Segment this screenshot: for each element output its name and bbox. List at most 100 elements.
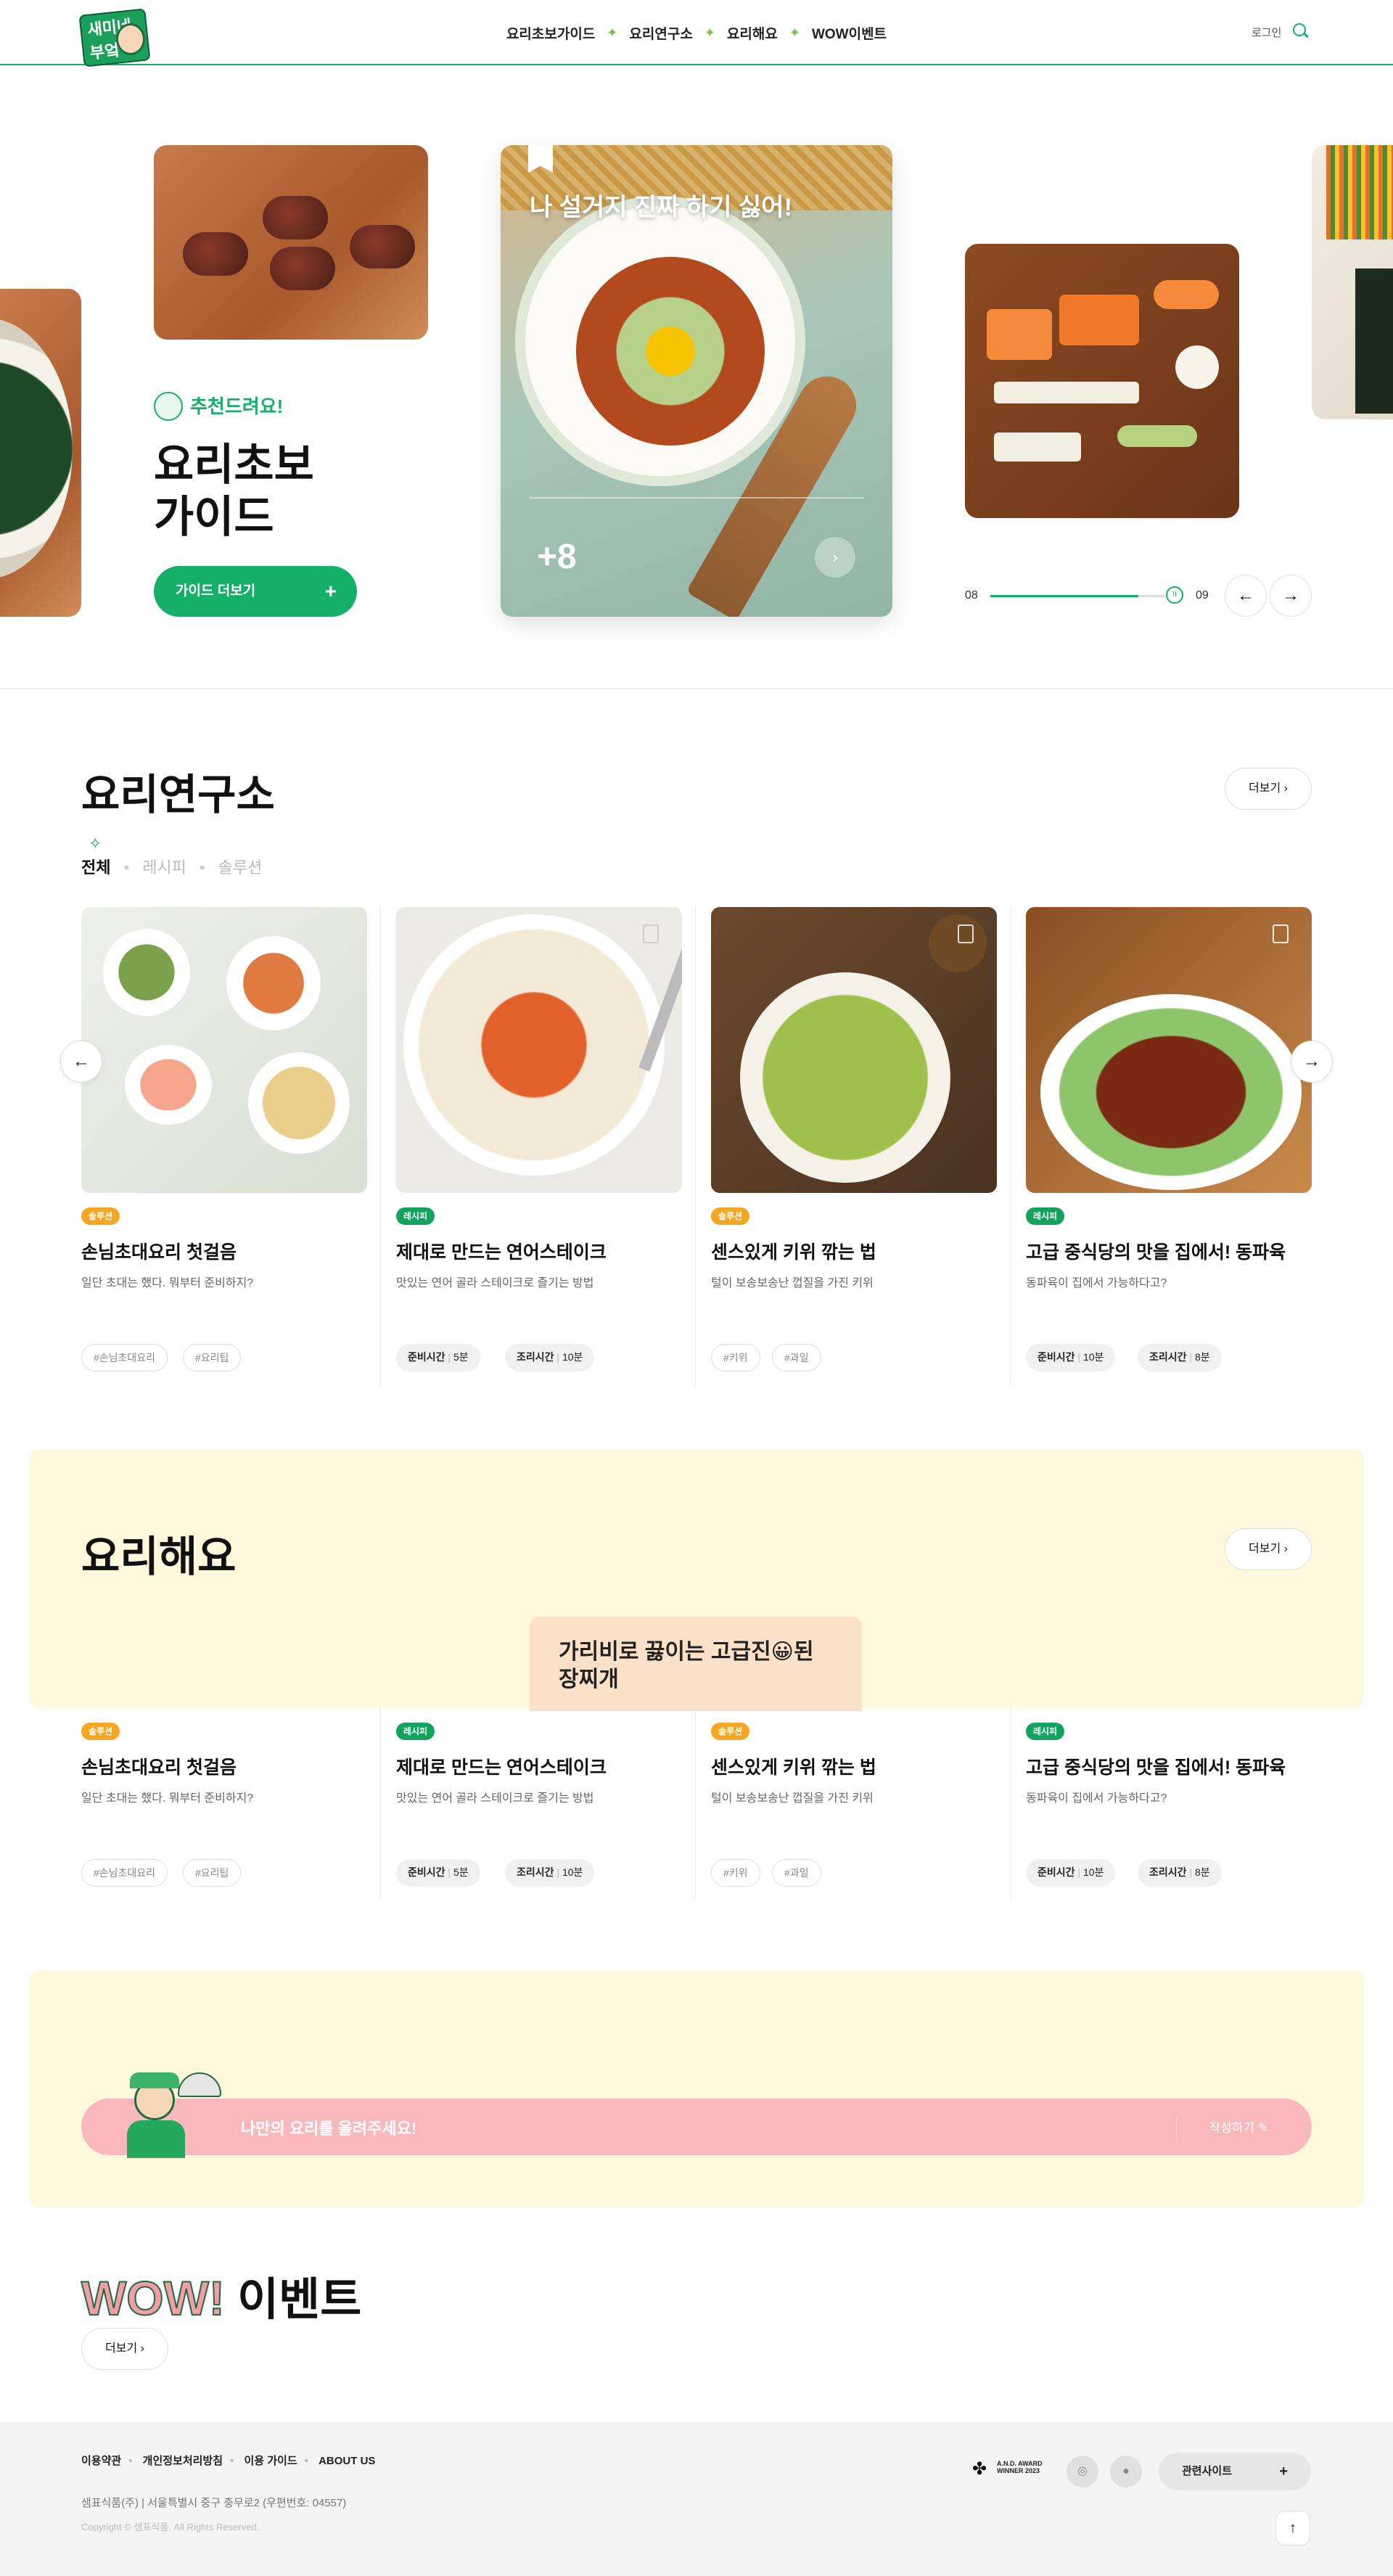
time-chip-value: 10분	[562, 1866, 583, 1878]
footer-copyright: Copyright © 샘표식품. All Rights Reserved.	[81, 2522, 260, 2532]
carousel-progress	[990, 595, 1164, 597]
time-chip-value: 8분	[1194, 1351, 1210, 1363]
footer-link-about[interactable]: ABOUT US	[319, 2455, 375, 2467]
bookmark-icon[interactable]	[643, 924, 659, 943]
time-chip: 준비시간 | 5분	[396, 1344, 480, 1371]
time-chip-value: 8분	[1194, 1866, 1210, 1878]
upload-section-bg	[29, 1971, 1364, 2207]
card-desc: 동파육이 집에서 가능하다고?	[1026, 1277, 1167, 1289]
wow-logo: WOW!	[81, 2271, 226, 2326]
guide-more-button[interactable]: 가이드 더보기 +	[154, 566, 357, 617]
card-desc: 맛있는 연어 골라 스테이크로 즐기는 방법	[396, 1792, 594, 1805]
hero-featured-card[interactable]: 나 설거지 진짜 하기 싫어! +8 ›	[501, 145, 892, 617]
chat-icon[interactable]: ●	[1110, 2456, 1142, 2487]
card-image	[1026, 907, 1312, 1193]
nav-item-cook[interactable]: 요리해요	[727, 23, 778, 43]
chevron-right-icon[interactable]: ›	[815, 537, 855, 578]
card-badge: 레시피	[396, 1723, 435, 1740]
instagram-icon[interactable]: ◎	[1067, 2456, 1098, 2487]
time-chip-value: 5분	[453, 1351, 469, 1363]
card-desc: 맛있는 연어 골라 스테이크로 즐기는 방법	[396, 1277, 594, 1289]
time-chip: 준비시간 | 10분	[1026, 1859, 1116, 1887]
tab-solution[interactable]: 솔루션	[218, 855, 263, 878]
section-divider	[0, 688, 1393, 689]
wow-more-button[interactable]: 더보기 ›	[81, 2328, 168, 2370]
sparkle-icon: ✦	[704, 25, 715, 40]
footer-link-privacy[interactable]: 개인정보처리방침	[143, 2455, 223, 2467]
cook-card-list: 솔루션 손님초대요리 첫걸음 일단 초대는 했다. 뭐부터 준비하지? #손님초…	[81, 1705, 1312, 1901]
related-sites-button[interactable]: 관련사이트 +	[1159, 2453, 1311, 2490]
hashtag-chip[interactable]: #과일	[772, 1344, 821, 1371]
time-chip: 준비시간 | 10분	[1026, 1344, 1116, 1371]
dish-image	[515, 196, 805, 486]
time-chip-label: 준비시간	[1037, 1351, 1075, 1363]
nav-item-guide[interactable]: 요리초보가이드	[506, 23, 595, 43]
time-chip: 조리시간 | 8분	[1138, 1344, 1222, 1371]
sparkle-icon: ✦	[789, 25, 800, 40]
bookmark-icon[interactable]	[958, 924, 974, 943]
time-chip-value: 5분	[453, 1866, 469, 1878]
sparkle-icon: ✧	[89, 834, 102, 853]
nav-item-lab[interactable]: 요리연구소	[629, 23, 692, 43]
hashtag-chip[interactable]: #과일	[772, 1859, 821, 1887]
arrow-right-icon[interactable]: →	[1270, 575, 1312, 617]
card-desc: 동파육이 집에서 가능하다고?	[1026, 1792, 1167, 1805]
wow-more-label: 더보기	[105, 2342, 138, 2355]
featured-count: +8	[537, 538, 577, 576]
tab-all[interactable]: 전체	[81, 855, 110, 878]
card-title: 센스있게 키위 깎는 법	[711, 1242, 876, 1263]
footer-links: 이용약관 • 개인정보처리방침 • 이용 가이드 • ABOUT US	[81, 2455, 376, 2467]
plus-icon: +	[324, 580, 337, 602]
award-icon: ✤	[972, 2459, 987, 2479]
write-button[interactable]: 작성하기 ✎	[1209, 2117, 1268, 2136]
hashtag-chip[interactable]: #손님초대요리	[81, 1859, 168, 1887]
hashtag-chip[interactable]: #키위	[711, 1344, 760, 1371]
time-chip-label: 준비시간	[408, 1866, 445, 1878]
card-badge: 솔루션	[81, 1207, 120, 1225]
site-header: 새미네부엌 요리초보가이드 ✦ 요리연구소 ✦ 요리해요 ✦ WOW이벤트 로그인	[0, 0, 1393, 67]
mascot-icon	[154, 392, 183, 421]
arrow-left-icon[interactable]: ←	[60, 1041, 102, 1083]
hero-carrot-image	[965, 244, 1239, 518]
time-chip: 조리시간 | 10분	[505, 1344, 595, 1371]
card-title: 고급 중식당의 맛을 집에서! 동파육	[1026, 1757, 1286, 1778]
tab-recipe[interactable]: 레시피	[142, 855, 186, 878]
lab-card-list: 솔루션 손님초대요리 첫걸음 일단 초대는 했다. 뭐부터 준비하지? #손님초…	[81, 907, 1312, 1386]
time-chip-label: 준비시간	[1037, 1866, 1075, 1878]
main-nav: 요리초보가이드 ✦ 요리연구소 ✦ 요리해요 ✦ WOW이벤트	[0, 23, 1393, 43]
login-link[interactable]: 로그인	[1252, 25, 1281, 40]
arrow-right-icon[interactable]: →	[1291, 1041, 1333, 1083]
card-badge: 레시피	[1026, 1207, 1065, 1225]
footer-link-terms[interactable]: 이용약관	[81, 2455, 121, 2467]
hero-side-image-right	[1312, 145, 1393, 419]
time-chip-label: 조리시간	[517, 1866, 554, 1878]
cook-title: 요리해요	[81, 1533, 237, 1580]
card-title: 제대로 만드는 연어스테이크	[396, 1242, 607, 1263]
card-title: 손님초대요리 첫걸음	[81, 1757, 237, 1778]
arrow-left-icon[interactable]: ←	[1225, 575, 1267, 617]
scroll-top-icon[interactable]: ↑	[1275, 2511, 1310, 2546]
wow-event-heading: WOW! 이벤트	[81, 2263, 361, 2328]
hashtag-chip[interactable]: #요리팁	[183, 1859, 242, 1887]
card-title: 손님초대요리 첫걸음	[81, 1242, 237, 1263]
lab-more-button[interactable]: 더보기 ›	[1225, 768, 1312, 810]
card-desc: 일단 초대는 했다. 뭐부터 준비하지?	[81, 1792, 254, 1805]
hashtag-chip[interactable]: #손님초대요리	[81, 1344, 168, 1371]
hashtag-chip[interactable]: #요리팁	[183, 1344, 242, 1371]
hero-steak-image	[154, 145, 428, 340]
cook-more-button[interactable]: 더보기 ›	[1225, 1528, 1312, 1570]
carousel-next: 09	[1196, 589, 1209, 602]
time-chip-label: 조리시간	[1149, 1351, 1187, 1363]
pause-icon[interactable]: II	[1166, 586, 1183, 604]
cook-more-label: 더보기	[1249, 1543, 1281, 1555]
chef-mascot-icon	[120, 2051, 229, 2159]
hero-heading-line1: 요리초보	[154, 440, 314, 489]
footer-link-guide[interactable]: 이용 가이드	[244, 2455, 297, 2467]
card-image	[711, 907, 997, 1193]
bookmark-icon[interactable]	[1273, 924, 1289, 943]
time-chip-label: 조리시간	[1149, 1866, 1187, 1878]
nav-item-wow[interactable]: WOW이벤트	[812, 23, 887, 43]
hashtag-chip[interactable]: #키위	[711, 1859, 760, 1887]
search-icon[interactable]	[1293, 23, 1306, 36]
upload-banner[interactable]: 나만의 요리를 올려주세요! 작성하기 ✎	[81, 2099, 1312, 2155]
